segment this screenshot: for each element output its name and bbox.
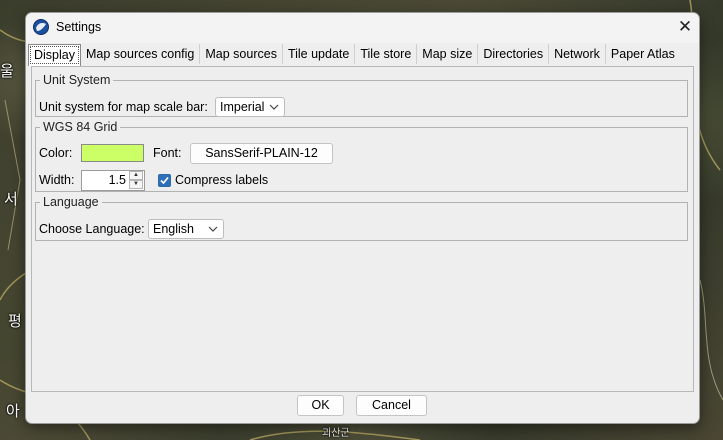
tab-bar: Display Map sources config Map sources T… [28, 44, 680, 66]
compress-labels-checkbox[interactable] [158, 174, 171, 187]
tab-map-size[interactable]: Map size [417, 44, 479, 64]
display-tab-panel: Unit System Unit system for map scale ba… [31, 66, 694, 392]
font-chooser-button[interactable]: SansSerif-PLAIN-12 [190, 143, 333, 164]
color-label: Color: [39, 146, 73, 160]
ok-button[interactable]: OK [297, 395, 344, 416]
unit-system-group: Unit System Unit system for map scale ba… [35, 73, 688, 117]
map-label: 아 [6, 402, 20, 420]
spinner-down-button[interactable]: ▼ [129, 180, 143, 189]
grid-color-swatch[interactable] [81, 144, 144, 162]
map-label: 괴산군 [322, 428, 350, 439]
width-label: Width: [39, 173, 75, 187]
settings-dialog: Settings ✕ Display Map sources config Ma… [25, 12, 700, 424]
unit-system-legend: Unit System [43, 73, 111, 87]
title-bar[interactable]: Settings ✕ [26, 13, 699, 43]
compress-labels-label[interactable]: Compress labels [175, 173, 268, 187]
language-select[interactable]: English [148, 219, 224, 239]
tab-paper-atlas[interactable]: Paper Atlas [606, 44, 680, 64]
wgs84-grid-group: WGS 84 Grid Color: Font: SansSerif-PLAIN… [35, 120, 688, 192]
map-label: 평 [8, 312, 22, 330]
close-button[interactable]: ✕ [671, 13, 699, 41]
width-spinner[interactable]: 1.5 ▲ ▼ [81, 170, 145, 191]
chevron-down-icon [208, 226, 218, 232]
tab-network[interactable]: Network [549, 44, 606, 64]
globe-icon [33, 19, 49, 35]
width-value: 1.5 [108, 173, 126, 187]
check-icon [160, 176, 169, 185]
tab-display[interactable]: Display [28, 44, 81, 66]
unit-system-value: Imperial [220, 100, 265, 114]
arrow-down-icon: ▼ [133, 181, 139, 187]
cancel-button[interactable]: Cancel [356, 395, 427, 416]
tab-directories[interactable]: Directories [478, 44, 550, 64]
spinner-up-button[interactable]: ▲ [129, 171, 143, 180]
tab-map-sources[interactable]: Map sources [200, 44, 283, 64]
language-legend: Language [43, 195, 99, 209]
tab-tile-update[interactable]: Tile update [283, 44, 356, 64]
unit-system-select[interactable]: Imperial [215, 97, 285, 117]
window-title: Settings [56, 20, 102, 34]
font-label: Font: [153, 146, 182, 160]
tab-map-sources-config[interactable]: Map sources config [81, 44, 201, 64]
language-label: Choose Language: [39, 222, 145, 236]
map-label: 울 [0, 62, 14, 80]
language-group: Language Choose Language: English [35, 195, 688, 241]
tab-tile-store[interactable]: Tile store [355, 44, 418, 64]
language-value: English [153, 222, 194, 236]
arrow-up-icon: ▲ [133, 172, 139, 178]
unit-system-label: Unit system for map scale bar: [39, 100, 208, 114]
close-icon: ✕ [677, 17, 693, 36]
wgs84-grid-legend: WGS 84 Grid [43, 120, 118, 134]
map-label: 서 [4, 190, 18, 208]
chevron-down-icon [269, 104, 279, 110]
